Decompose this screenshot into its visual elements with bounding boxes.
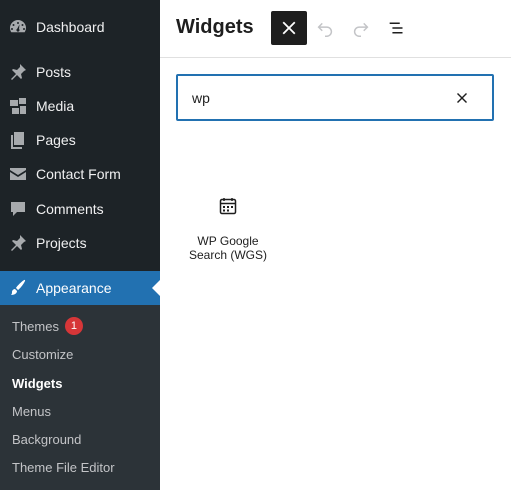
submenu-item-customize[interactable]: Customize [12,344,73,364]
sidebar-item-label: Comments [36,201,104,217]
document-overview-button[interactable] [379,11,415,45]
sidebar-item-contact-form[interactable]: Contact Form [0,157,160,191]
submenu-item-label: Background [12,431,82,447]
submenu-item-label: Themes [12,318,59,334]
admin-sidebar: Dashboard Posts Media Pages Contact Form… [0,0,160,490]
current-indicator [152,280,160,296]
submenu-item-label: Widgets [12,375,63,391]
sidebar-item-label: Dashboard [36,19,105,35]
submenu-item-widgets[interactable]: Widgets [12,373,62,393]
comment-icon [8,199,28,219]
undo-button[interactable] [307,11,343,45]
sidebar-item-label: Media [36,98,75,114]
sidebar-item-dashboard[interactable]: Dashboard [0,10,160,44]
sidebar-item-label: Posts [36,64,72,80]
redo-button[interactable] [343,11,379,45]
submenu-item-background[interactable]: Background [12,429,81,449]
block-result-item[interactable]: WP Google Search (WGS) [188,190,268,270]
pushpin-icon [8,233,28,253]
sidebar-item-posts[interactable]: Posts [0,55,160,89]
update-count-badge: 1 [64,317,83,335]
submenu-item-themes[interactable]: Themes 1 [12,316,83,336]
pushpin-icon [8,62,28,82]
close-inserter-button[interactable] [271,11,307,45]
block-result-label: WP Google Search (WGS) [188,234,267,262]
pages-icon [8,130,28,150]
block-search [176,74,494,121]
clear-search-button[interactable] [452,88,472,108]
envelope-icon [8,164,28,184]
submenu-item-label: Menus [12,403,52,419]
submenu-item-label: Theme File Editor [12,459,115,475]
sidebar-item-pages[interactable]: Pages [0,123,160,157]
sidebar-item-comments[interactable]: Comments [0,192,160,226]
search-input[interactable] [192,88,442,108]
page-title: Widgets [176,16,254,38]
submenu-item-theme-file-editor[interactable]: Theme File Editor [12,457,115,477]
sidebar-item-projects[interactable]: Projects [0,226,160,260]
redo-icon [353,22,369,37]
calendar-icon [219,198,237,215]
sidebar-item-appearance[interactable]: Appearance [0,271,160,305]
sidebar-item-media[interactable]: Media [0,89,160,123]
sidebar-item-label: Contact Form [36,166,121,182]
list-view-icon [389,22,403,34]
media-icon [8,96,28,116]
widgets-editor: Widgets WP Google Search [160,0,511,490]
undo-icon [317,22,333,37]
sidebar-item-label: Appearance [36,280,112,296]
appearance-submenu: Themes 1 Customize Widgets Menus Backgro… [0,305,160,490]
sidebar-item-label: Projects [36,235,87,251]
submenu-item-menus[interactable]: Menus [12,401,51,421]
close-icon [457,93,467,103]
editor-header: Widgets [160,0,511,58]
submenu-item-label: Customize [12,346,74,362]
sidebar-item-label: Pages [36,132,76,148]
dashboard-icon [8,17,28,37]
paintbrush-icon [8,278,28,298]
close-icon [282,21,296,35]
